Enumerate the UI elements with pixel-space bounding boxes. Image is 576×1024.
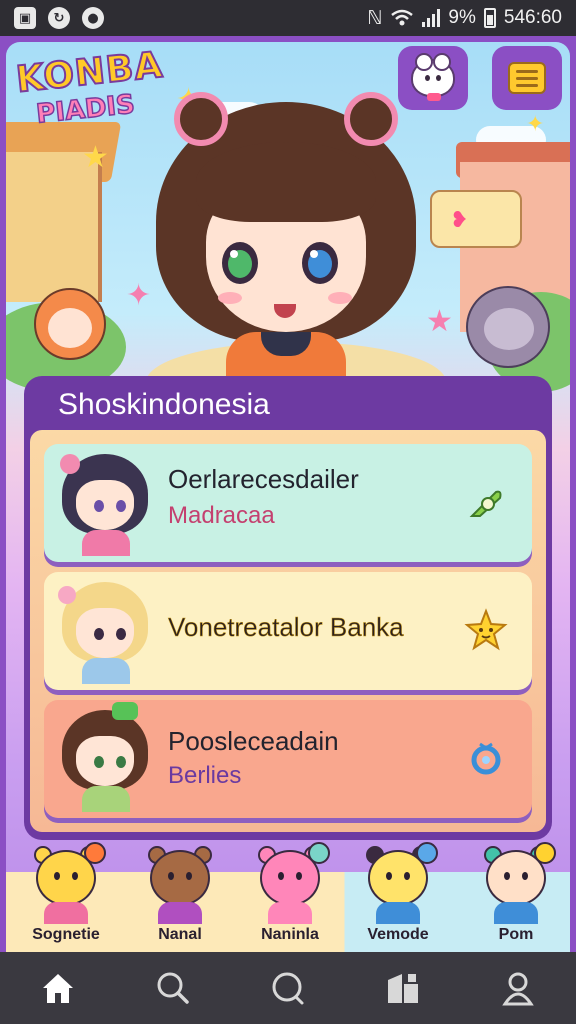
friend-item[interactable]: Sognetie (26, 842, 106, 950)
badge-icon (84, 842, 106, 864)
item-subtitle: Berlies (168, 762, 242, 789)
home-icon (42, 974, 73, 1003)
gallery-icon: ▣ (14, 7, 36, 29)
star-sparkle-icon: ✦ (126, 278, 152, 313)
character-bangs (196, 142, 376, 222)
item-title: Vonetreatalor Banka (168, 612, 404, 643)
battery-text: 9% (448, 7, 476, 28)
wifi-icon (391, 9, 414, 26)
character-eye-right (302, 242, 338, 284)
explore-icon (272, 972, 304, 1005)
friend-item[interactable]: Vemode (358, 842, 438, 950)
menu-button[interactable] (492, 46, 562, 110)
list-item[interactable]: Vonetreatalor Banka (44, 572, 532, 690)
star-sparkle-icon: ★ (82, 140, 109, 175)
nav-search[interactable] (143, 960, 203, 1016)
badge-icon (534, 842, 556, 864)
nav-profile[interactable] (488, 960, 548, 1016)
friend-item[interactable]: Nanal (140, 846, 220, 950)
notes-menu-icon (508, 62, 546, 94)
friends-strip: Sognetie Nanal Naninla Vemode Pom (6, 842, 570, 952)
bottom-navigation (0, 952, 576, 1024)
character-eye-left (222, 242, 258, 284)
friend-item[interactable]: Pom (476, 842, 556, 950)
star-icon[interactable] (464, 608, 508, 652)
avatar (56, 450, 154, 556)
friend-name: Vemode (367, 926, 429, 943)
avatar (56, 702, 154, 812)
friend-name: Pom (498, 926, 534, 943)
mute-icon: ℕ (367, 7, 383, 29)
list-item[interactable]: Poosleceadain Berlies (44, 700, 532, 818)
friend-name: Naninla (261, 926, 319, 943)
list-item[interactable]: Oerlarecesdailer Madracaa (44, 444, 532, 562)
signal-icon (422, 9, 441, 27)
pet-profile-button[interactable] (398, 46, 468, 110)
nav-home[interactable] (28, 960, 88, 1016)
status-bar: ▣ ↻ ● ℕ 9% 546:60 (0, 0, 576, 36)
sync-icon: ↻ (48, 7, 70, 29)
scene-background: ★ ✦ ✦ ★ ✦ ❥ KONBA P (6, 42, 570, 946)
star-sparkle-icon: ✦ (526, 112, 545, 137)
nav-shop[interactable] (373, 960, 433, 1016)
friend-item[interactable]: Naninla (250, 842, 330, 950)
gift-box-decoration: ❥ (430, 190, 522, 248)
shop-icon (388, 974, 419, 1003)
clock: 546:60 (503, 7, 562, 28)
nav-explore[interactable] (258, 960, 318, 1016)
friend-name: Sognetie (32, 926, 100, 943)
main-character (156, 92, 426, 412)
item-subtitle: Madracaa (168, 502, 275, 529)
app-logo: KONBA PIADIS (13, 44, 186, 132)
search-icon (157, 972, 189, 1004)
bow-icon: ❥ (450, 208, 469, 233)
badge-icon (416, 842, 438, 864)
shop-panel: Shoskindonesia Oerlarecesdailer Madracaa (24, 376, 552, 840)
leaf-tag-icon[interactable] (464, 480, 508, 524)
mouse-character-face (484, 308, 534, 350)
friend-name: Nanal (158, 926, 202, 943)
panel-title: Shoskindonesia (58, 388, 270, 421)
pet-face-icon (411, 53, 455, 101)
battery-icon (483, 8, 496, 28)
hair-bun-right (344, 92, 398, 146)
panel-list: Oerlarecesdailer Madracaa Vonetreatalor … (30, 430, 546, 832)
profile-icon (502, 972, 535, 1006)
star-sparkle-icon: ★ (426, 304, 453, 339)
character-blush (218, 292, 242, 304)
character-blush (328, 292, 352, 304)
notification-icon: ● (82, 7, 104, 29)
avatar (56, 578, 154, 684)
ring-icon[interactable] (464, 736, 508, 780)
item-title: Oerlarecesdailer (168, 464, 359, 494)
item-title: Poosleceadain (168, 726, 339, 756)
badge-icon (308, 842, 330, 864)
fox-character-face (48, 308, 92, 348)
app-window: ★ ✦ ✦ ★ ✦ ❥ KONBA P (0, 36, 576, 952)
